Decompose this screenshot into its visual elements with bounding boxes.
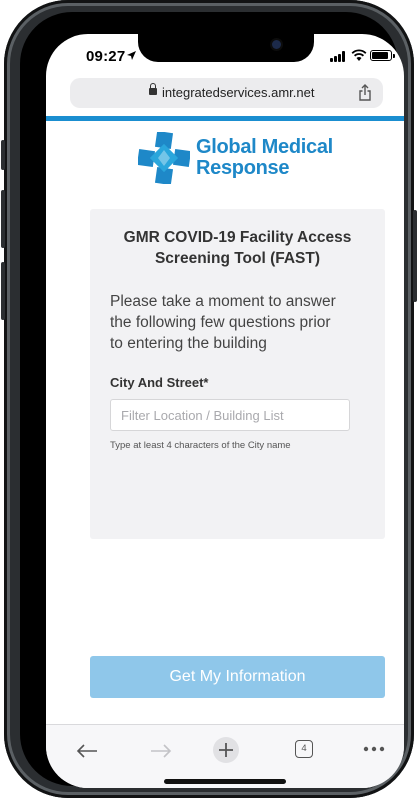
location-filter-input[interactable]	[110, 399, 350, 431]
header-accent-bar	[46, 116, 404, 121]
mute-switch	[1, 140, 5, 170]
field-help-text: Type at least 4 characters of the City n…	[110, 440, 291, 451]
forward-icon[interactable]	[150, 743, 172, 759]
bezel: 09:27 integratedservices.amr.net Global …	[20, 12, 404, 788]
back-icon[interactable]	[76, 743, 98, 759]
wifi-icon	[351, 49, 367, 61]
front-camera	[272, 40, 281, 49]
more-icon[interactable]	[363, 746, 385, 752]
form-intro-line-2: the following few questions prior	[110, 314, 331, 331]
new-tab-icon[interactable]	[212, 736, 240, 764]
status-time: 09:27	[86, 48, 126, 65]
city-street-label: City And Street*	[110, 375, 209, 390]
signal-icon	[330, 51, 348, 62]
form-intro: Please take a moment to answer the follo…	[110, 291, 375, 354]
volume-up-button	[1, 190, 5, 248]
home-indicator	[164, 779, 286, 784]
form-title-line-2: Screening Tool (FAST)	[154, 250, 321, 267]
form-intro-line-3: to entering the building	[110, 335, 267, 352]
volume-down-button	[1, 262, 5, 320]
status-bar: 09:27	[46, 34, 404, 78]
share-icon[interactable]	[357, 84, 373, 102]
power-button	[413, 210, 417, 302]
gmr-logo-icon	[138, 132, 190, 184]
tabs-icon[interactable]: 4	[295, 740, 313, 758]
screen: 09:27 integratedservices.amr.net Global …	[46, 34, 404, 788]
notch	[138, 34, 314, 62]
location-arrow-icon	[127, 51, 136, 60]
screening-form-card: GMR COVID-19 Facility Access Screening T…	[90, 209, 385, 539]
address-bar[interactable]: integratedservices.amr.net	[70, 78, 383, 108]
lock-icon	[149, 83, 157, 95]
brand-name: Global Medical Response	[196, 137, 333, 179]
get-my-information-button[interactable]: Get My Information	[90, 656, 385, 698]
brand-line-2: Response	[196, 157, 290, 179]
form-title: GMR COVID-19 Facility Access Screening T…	[90, 227, 385, 269]
url-text: integratedservices.amr.net	[162, 85, 315, 100]
brand-line-1: Global Medical	[196, 136, 333, 158]
form-title-line-1: GMR COVID-19 Facility Access	[123, 229, 352, 246]
battery-icon	[370, 50, 395, 61]
phone-frame: 09:27 integratedservices.amr.net Global …	[1, 0, 417, 798]
form-intro-line-1: Please take a moment to answer	[110, 293, 336, 310]
